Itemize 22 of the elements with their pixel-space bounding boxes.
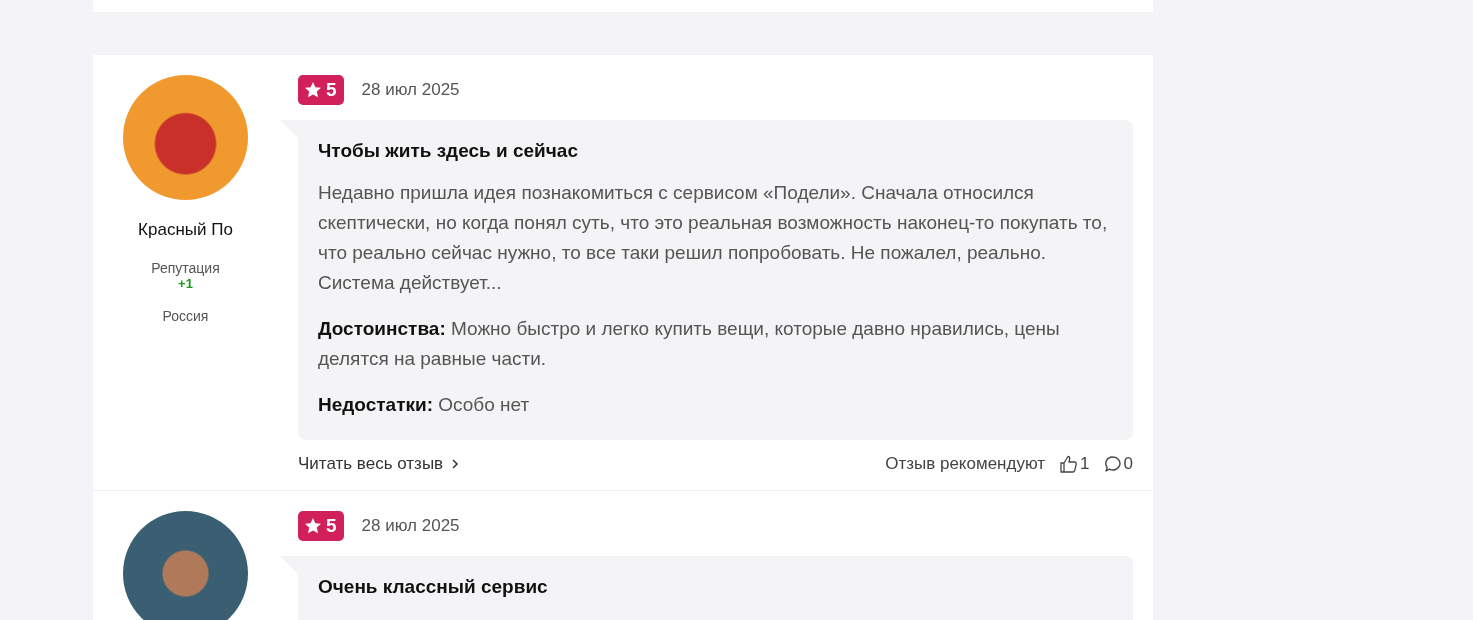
review-text: Недавно пришла идея познакомиться с сервисом «Подели». Сначала относился скептически, но когда понял суть, что это реальная возможность наконец-то покупать то, что реально сейчас нужно, то все таки решил попробовать. Не пожалел, реально. Система действует... xyxy=(318,181,1109,295)
like-button[interactable]: 1 xyxy=(1059,454,1090,474)
star-icon xyxy=(304,81,322,99)
speech-bubble-icon xyxy=(1103,455,1122,473)
comments-button[interactable]: 0 xyxy=(1103,454,1133,474)
cons-text: Недостатки: Особо нет xyxy=(318,393,531,417)
thumbs-up-icon xyxy=(1059,455,1079,473)
author-name[interactable]: Красный По xyxy=(138,220,233,240)
read-more-link[interactable]: Читать весь отзыв xyxy=(298,454,460,474)
country-label: Россия xyxy=(162,308,209,324)
reputation-value: +1 xyxy=(178,276,193,291)
review-title: Очень классный сервис xyxy=(318,576,549,598)
pros-text: Достоинства: Можно быстро и легко купить вещи, которые давно нравились, цены делятся на равные части. xyxy=(318,317,1061,371)
review-date: 28 июл 2025 xyxy=(361,516,460,536)
rating-badge: 5 xyxy=(298,511,344,541)
reputation-label: Репутация xyxy=(151,260,220,276)
star-icon xyxy=(304,517,322,535)
rating-badge: 5 xyxy=(298,75,344,105)
review-title: Чтобы жить здесь и сейчас xyxy=(318,140,579,162)
review-date: 28 июл 2025 xyxy=(361,80,460,100)
chevron-right-icon xyxy=(451,459,460,469)
recommend-label: Отзыв рекомендуют xyxy=(885,454,1046,474)
